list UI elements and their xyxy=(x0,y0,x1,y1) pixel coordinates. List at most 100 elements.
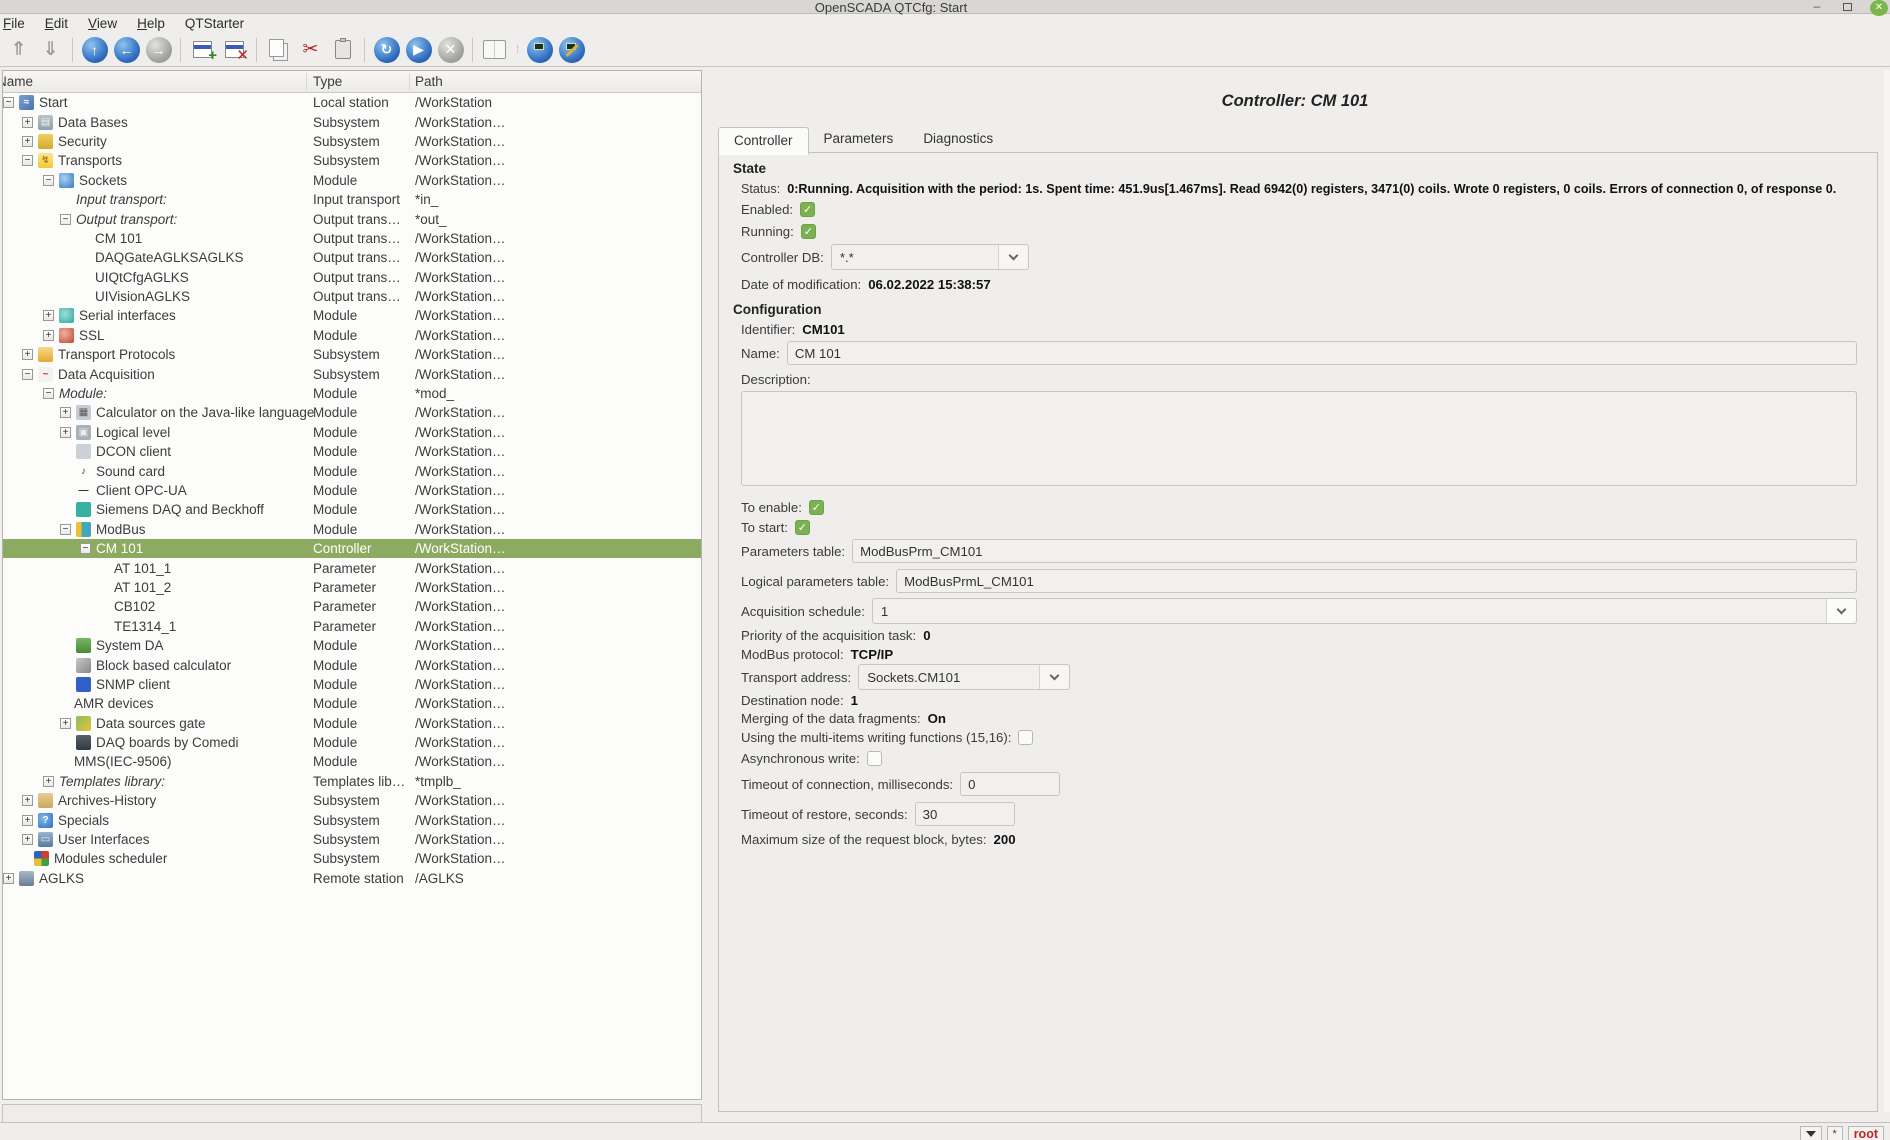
chevron-down-icon[interactable] xyxy=(1826,599,1856,623)
stop-button[interactable]: ✕ xyxy=(436,35,465,64)
tree-row[interactable]: +AGLKSRemote station/AGLKS xyxy=(3,869,701,888)
acquisition-schedule-select[interactable]: 1 xyxy=(872,598,1857,624)
expand-icon[interactable]: + xyxy=(43,310,54,321)
tree-row[interactable]: +Templates library:Templates lib…*tmplb_ xyxy=(3,772,701,791)
tree-row[interactable]: Siemens DAQ and BeckhoffModule/WorkStati… xyxy=(3,500,701,519)
expand-icon[interactable]: + xyxy=(43,330,54,341)
forward-button[interactable]: → xyxy=(144,35,173,64)
tree-row[interactable]: +Transport ProtocolsSubsystem/WorkStatio… xyxy=(3,345,701,364)
tree-row[interactable]: SNMP clientModule/WorkStation… xyxy=(3,675,701,694)
toolbar-extension-handle[interactable]: ⁞ xyxy=(512,44,522,56)
multi-items-writing-checkbox[interactable] xyxy=(1018,730,1033,745)
collapse-icon[interactable]: − xyxy=(80,543,91,554)
tree-row[interactable]: ♪Sound cardModule/WorkStation… xyxy=(3,461,701,480)
menu-qtstarter[interactable]: QTStarter xyxy=(175,16,254,31)
asynchronous-write-checkbox[interactable] xyxy=(867,751,882,766)
collapse-icon[interactable]: − xyxy=(43,388,54,399)
timeout-restore-input[interactable] xyxy=(915,802,1015,826)
tree-row[interactable]: UIQtCfgAGLKSOutput trans…/WorkStation… xyxy=(3,268,701,287)
tree-row[interactable]: CM 101Output trans…/WorkStation… xyxy=(3,229,701,248)
menu-edit[interactable]: Edit xyxy=(35,16,78,31)
tree-row[interactable]: UIVisionAGLKSOutput trans…/WorkStation… xyxy=(3,287,701,306)
tree-row[interactable]: DAQGateAGLKSAGLKSOutput trans…/WorkStati… xyxy=(3,248,701,267)
expand-icon[interactable]: + xyxy=(60,427,71,438)
tree-row[interactable]: −~Data AcquisitionSubsystem/WorkStation… xyxy=(3,364,701,383)
tree-row[interactable]: Modules schedulerSubsystem/WorkStation… xyxy=(3,849,701,868)
tree-row[interactable]: +▣Logical levelModule/WorkStation… xyxy=(3,423,701,442)
maximize-button[interactable] xyxy=(1836,0,1858,14)
parameters-table-input[interactable] xyxy=(852,539,1857,563)
collapse-icon[interactable]: − xyxy=(3,97,14,108)
qtstarter-config-button[interactable] xyxy=(557,35,586,64)
expand-icon[interactable]: + xyxy=(22,117,33,128)
menu-file[interactable]: File xyxy=(0,16,35,31)
panel-scroll-area[interactable] xyxy=(1884,70,1890,1112)
tree-row[interactable]: −Output transport:Output trans…*out_ xyxy=(3,209,701,228)
chevron-down-icon[interactable] xyxy=(1039,665,1069,689)
tree-row[interactable]: System DAModule/WorkStation… xyxy=(3,636,701,655)
menu-help[interactable]: Help xyxy=(127,16,175,31)
tree-row[interactable]: AMR devicesModule/WorkStation… xyxy=(3,694,701,713)
tree-row[interactable]: Input transport:Input transport*in_ xyxy=(3,190,701,209)
delete-item-button[interactable]: ✕ xyxy=(220,35,249,64)
tree-row[interactable]: +SSLModule/WorkStation… xyxy=(3,326,701,345)
tree-row[interactable]: AT 101_1Parameter/WorkStation… xyxy=(3,558,701,577)
tree-row[interactable]: +Serial interfacesModule/WorkStation… xyxy=(3,306,701,325)
minimize-button[interactable]: – xyxy=(1806,0,1828,14)
to-start-checkbox[interactable]: ✓ xyxy=(795,520,810,535)
tree-row[interactable]: DAQ boards by ComediModule/WorkStation… xyxy=(3,733,701,752)
collapse-icon[interactable]: − xyxy=(43,175,54,186)
up-level-button[interactable]: ↑ xyxy=(80,35,109,64)
tree-row[interactable]: Block based calculatorModule/WorkStation… xyxy=(3,655,701,674)
manual-button[interactable] xyxy=(480,35,509,64)
tree-row[interactable]: CB102Parameter/WorkStation… xyxy=(3,597,701,616)
tree-row-selected[interactable]: −CM 101Controller/WorkStation… xyxy=(3,539,701,558)
tab-parameters[interactable]: Parameters xyxy=(809,126,909,154)
expand-icon[interactable]: + xyxy=(43,776,54,787)
collapse-icon[interactable]: − xyxy=(22,369,33,380)
current-user-badge[interactable]: root xyxy=(1848,1126,1884,1140)
tree-row[interactable]: MMS(IEC-9506)Module/WorkStation… xyxy=(3,752,701,771)
tree-row[interactable]: +Archives-HistorySubsystem/WorkStation… xyxy=(3,791,701,810)
cut-item-button[interactable]: ✂ xyxy=(296,35,325,64)
tree-row[interactable]: −Module:Module*mod_ xyxy=(3,384,701,403)
collapse-icon[interactable]: − xyxy=(60,214,71,225)
tree-row[interactable]: +SecuritySubsystem/WorkStation… xyxy=(3,132,701,151)
column-header-type[interactable]: Type xyxy=(313,74,342,89)
copy-item-button[interactable] xyxy=(264,35,293,64)
expand-icon[interactable]: + xyxy=(22,136,33,147)
expand-icon[interactable]: + xyxy=(22,834,33,845)
tree-row[interactable]: +Data sources gateModule/WorkStation… xyxy=(3,714,701,733)
column-header-path[interactable]: Path xyxy=(415,74,443,89)
name-input[interactable] xyxy=(787,341,1857,365)
expand-icon[interactable]: + xyxy=(60,718,71,729)
tree-row[interactable]: AT 101_2Parameter/WorkStation… xyxy=(3,578,701,597)
tree-row[interactable]: +▦Calculator on the Java-like languageMo… xyxy=(3,403,701,422)
load-from-db-button[interactable]: ⇑ xyxy=(4,35,33,64)
logical-parameters-table-input[interactable] xyxy=(896,569,1857,593)
reload-item-button[interactable]: ↻ xyxy=(372,35,401,64)
tree-row[interactable]: −≈StartLocal station/WorkStation xyxy=(3,93,701,112)
controller-db-select[interactable]: *.* xyxy=(831,244,1029,270)
transport-address-select[interactable]: Sockets.CM101 xyxy=(858,664,1070,690)
timeout-connection-input[interactable] xyxy=(960,772,1060,796)
tab-controller[interactable]: Controller xyxy=(718,127,809,155)
tree-row[interactable]: −SocketsModule/WorkStation… xyxy=(3,171,701,190)
description-textarea[interactable] xyxy=(741,391,1857,486)
status-dropdown-button[interactable] xyxy=(1800,1126,1822,1140)
expand-icon[interactable]: + xyxy=(22,349,33,360)
collapse-icon[interactable]: − xyxy=(22,155,33,166)
paste-item-button[interactable] xyxy=(328,35,357,64)
collapse-icon[interactable]: − xyxy=(60,524,71,535)
to-enable-checkbox[interactable]: ✓ xyxy=(809,500,824,515)
tree-row[interactable]: DCON clientModule/WorkStation… xyxy=(3,442,701,461)
menu-view[interactable]: View xyxy=(78,16,127,31)
tree-row[interactable]: −ModBusModule/WorkStation… xyxy=(3,520,701,539)
expand-icon[interactable]: + xyxy=(60,407,71,418)
tab-diagnostics[interactable]: Diagnostics xyxy=(908,126,1008,154)
expand-icon[interactable]: + xyxy=(3,873,14,884)
back-button[interactable]: ← xyxy=(112,35,141,64)
save-to-db-button[interactable]: ⇓ xyxy=(36,35,65,64)
expand-icon[interactable]: + xyxy=(22,795,33,806)
running-checkbox[interactable]: ✓ xyxy=(801,224,816,239)
